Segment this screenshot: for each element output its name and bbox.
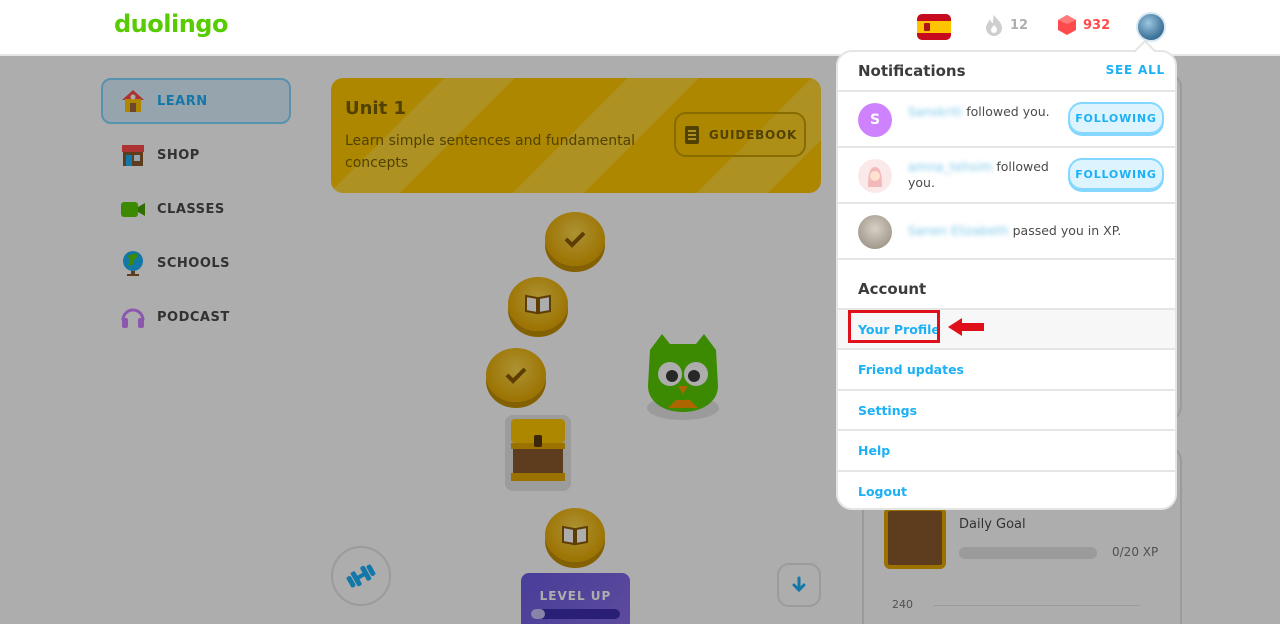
account-heading: Account xyxy=(858,280,927,298)
notification-action: followed you. xyxy=(966,104,1050,119)
fire-icon xyxy=(986,15,1002,36)
profile-avatar[interactable] xyxy=(1136,12,1166,42)
user-avatar[interactable] xyxy=(858,159,892,193)
annotation-highlight-box xyxy=(848,310,940,343)
see-all-link[interactable]: SEE ALL xyxy=(1106,63,1165,77)
user-avatar[interactable] xyxy=(858,215,892,249)
streak-count: 12 xyxy=(1010,17,1029,33)
spain-flag-icon[interactable] xyxy=(917,14,951,40)
notification-text: amna_tehsim followed you. xyxy=(908,159,1068,191)
duolingo-logo[interactable]: duolingo xyxy=(114,10,228,38)
following-button[interactable]: FOLLOWING xyxy=(1068,158,1164,190)
annotation-arrow-icon xyxy=(948,318,984,336)
gems-count: 932 xyxy=(1083,17,1111,33)
notification-item: S Sanskriti followed you. FOLLOWING xyxy=(838,90,1175,146)
notification-username[interactable]: Sanen Elizabeth xyxy=(908,223,1009,238)
notification-username[interactable]: Sanskriti xyxy=(908,104,962,119)
following-button[interactable]: FOLLOWING xyxy=(1068,102,1164,134)
settings-link[interactable]: Settings xyxy=(838,389,1175,429)
logout-link[interactable]: Logout xyxy=(838,470,1175,510)
top-bar: duolingo 12 932 xyxy=(0,0,1280,56)
notifications-heading: Notifications xyxy=(858,62,966,80)
notification-item: amna_tehsim followed you. FOLLOWING xyxy=(838,146,1175,202)
gem-icon xyxy=(1058,15,1076,35)
help-link[interactable]: Help xyxy=(838,429,1175,469)
friend-updates-link[interactable]: Friend updates xyxy=(838,348,1175,388)
notification-text: Sanen Elizabeth passed you in XP. xyxy=(908,223,1148,239)
user-avatar[interactable]: S xyxy=(858,103,892,137)
notification-username[interactable]: amna_tehsim xyxy=(908,159,992,174)
profile-dropdown: Notifications SEE ALL S Sanskriti follow… xyxy=(836,50,1177,510)
streak-counter[interactable]: 12 xyxy=(984,14,1028,36)
notification-action: passed you in XP. xyxy=(1012,223,1122,238)
notification-text: Sanskriti followed you. xyxy=(908,104,1068,120)
gems-counter[interactable]: 932 xyxy=(1057,14,1110,36)
notification-item: Sanen Elizabeth passed you in XP. xyxy=(838,202,1175,258)
